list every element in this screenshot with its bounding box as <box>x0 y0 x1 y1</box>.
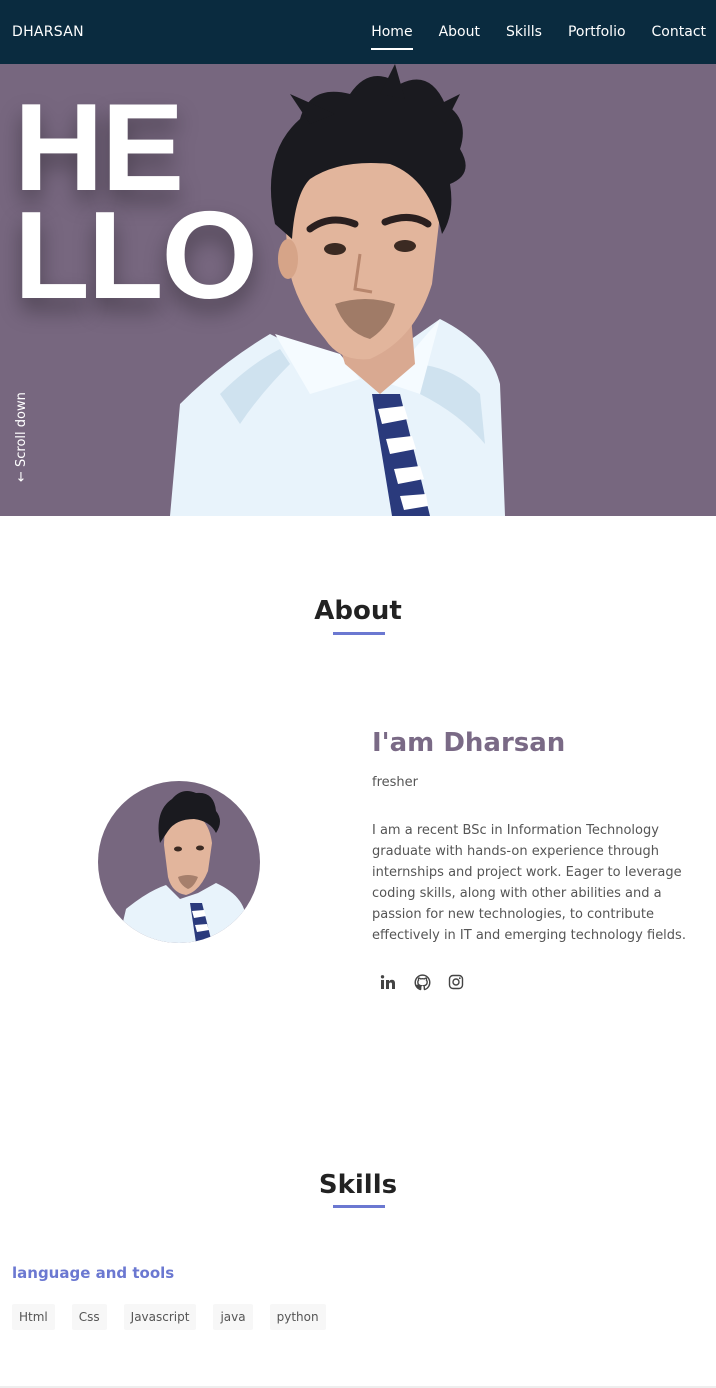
brand-logo[interactable]: DHARSAN <box>12 0 84 64</box>
skills-title-underline <box>333 1205 385 1208</box>
about-section-title: About <box>314 596 402 626</box>
about-name-heading: I'am Dharsan <box>372 728 566 758</box>
instagram-icon[interactable] <box>446 972 466 992</box>
github-icon[interactable] <box>412 972 432 992</box>
skill-tag-java: java <box>213 1304 253 1330</box>
hero-section: HE LLO ← Scroll down <box>0 64 716 516</box>
social-links <box>378 972 480 992</box>
about-description: I am a recent BSc in Information Technol… <box>372 823 686 943</box>
about-role: fresher <box>372 775 418 790</box>
skill-tag-javascript: Javascript <box>123 1304 197 1330</box>
skills-category-heading: language and tools <box>12 1264 175 1282</box>
nav-link-portfolio[interactable]: Portfolio <box>568 24 626 40</box>
about-avatar <box>98 781 260 943</box>
about-title-underline <box>333 632 385 635</box>
hero-portrait-image <box>170 64 505 516</box>
skill-tag-python: python <box>269 1304 326 1330</box>
nav-link-contact[interactable]: Contact <box>652 24 706 40</box>
nav-link-about[interactable]: About <box>439 24 480 40</box>
avatar-portrait-image <box>118 791 248 943</box>
scroll-down-link[interactable]: ← Scroll down <box>14 392 29 482</box>
skill-tag-css: Css <box>71 1304 107 1330</box>
nav-links: Home About Skills Portfolio Contact <box>345 0 706 64</box>
navbar: DHARSAN Home About Skills Portfolio Cont… <box>0 0 716 64</box>
skill-tag-html: Html <box>12 1304 55 1330</box>
nav-link-home[interactable]: Home <box>371 24 413 50</box>
nav-link-skills[interactable]: Skills <box>506 24 542 40</box>
linkedin-icon[interactable] <box>378 972 398 992</box>
skill-tags: Html Css Javascript java python <box>12 1304 343 1330</box>
skills-section-title: Skills <box>318 1170 398 1200</box>
